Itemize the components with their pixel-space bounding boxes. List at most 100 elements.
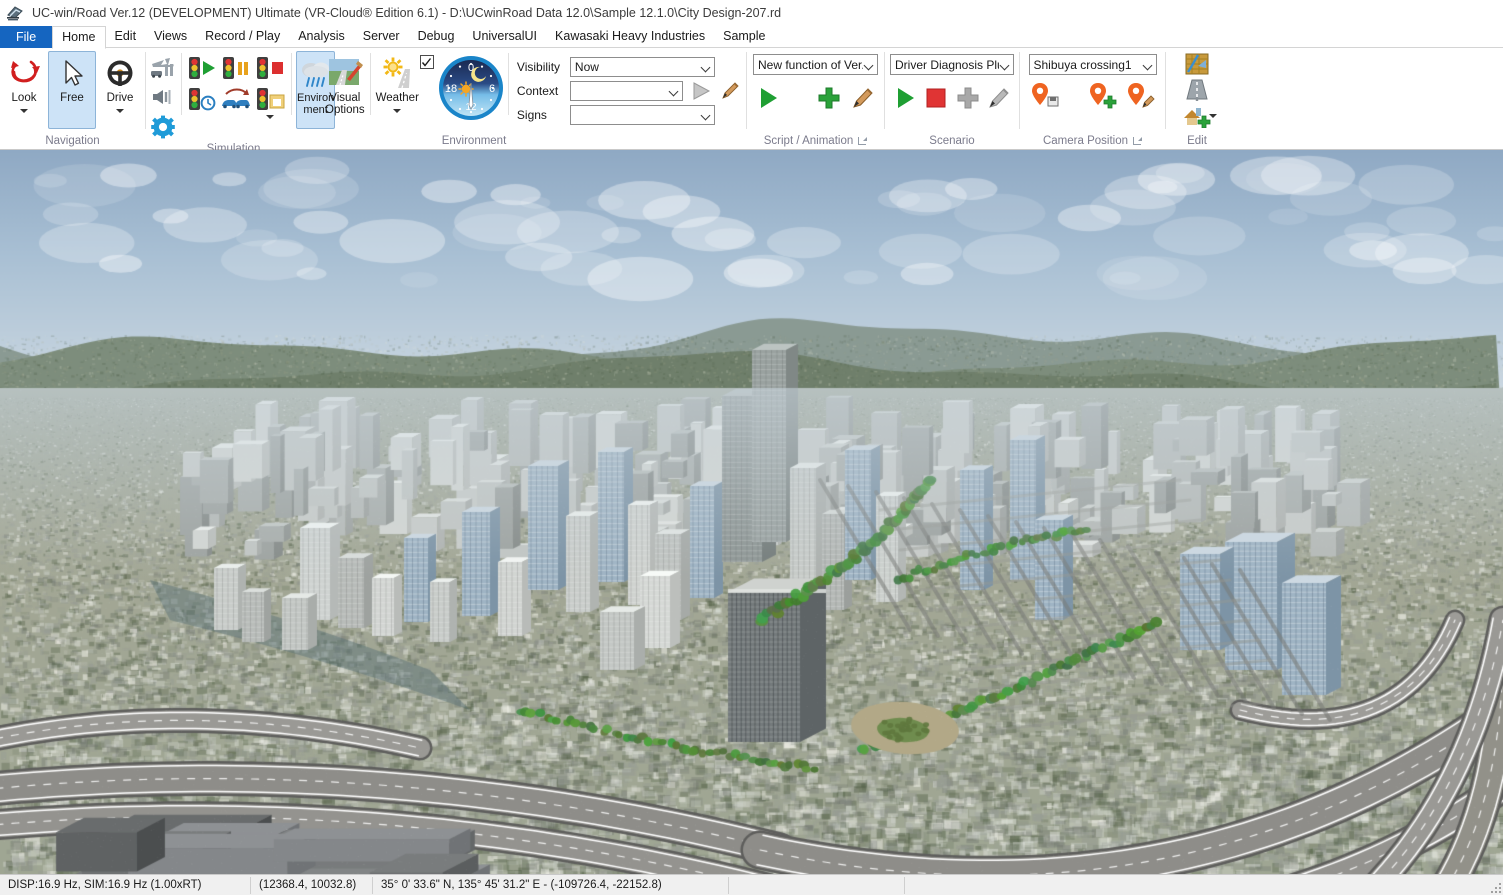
context-combobox[interactable] bbox=[570, 81, 683, 101]
tab-edit[interactable]: Edit bbox=[106, 26, 146, 48]
status-performance: DISP:16.9 Hz, SIM:16.9 Hz (1.00xRT) bbox=[0, 875, 250, 895]
chevron-down-icon[interactable] bbox=[700, 61, 712, 73]
tab-file[interactable]: File bbox=[0, 26, 52, 48]
map-pin-save-icon[interactable] bbox=[1029, 81, 1061, 111]
look-rotate-icon bbox=[7, 56, 41, 90]
traffic-light-save-icon[interactable] bbox=[253, 83, 287, 114]
chevron-down-icon[interactable] bbox=[116, 109, 124, 113]
3d-scene-canvas[interactable] bbox=[0, 150, 1503, 874]
status-cell-4 bbox=[729, 875, 904, 895]
dialog-launcher-icon[interactable] bbox=[858, 137, 867, 146]
drive-button[interactable]: Drive bbox=[96, 51, 144, 129]
ribbon-group-environment-label: Environment bbox=[322, 133, 746, 150]
traffic-light-clock-icon[interactable] bbox=[185, 83, 219, 114]
dialog-launcher-icon[interactable] bbox=[1133, 137, 1142, 146]
tab-server[interactable]: Server bbox=[354, 26, 409, 48]
status-cell-5 bbox=[905, 875, 1503, 895]
time-of-day-dial-icon[interactable]: 0 6 12 18 bbox=[436, 53, 506, 126]
map-pin-add-icon[interactable] bbox=[1087, 81, 1119, 111]
weather-button-label: Weather bbox=[376, 92, 419, 104]
status-coordinates-xy: (12368.4, 10032.8) bbox=[251, 875, 372, 895]
look-button[interactable]: Look bbox=[0, 51, 48, 129]
ribbon-group-navigation: Look Free bbox=[0, 48, 145, 150]
drive-button-label: Drive bbox=[107, 92, 134, 104]
scenario-value: Driver Diagnosis Plugi bbox=[895, 58, 999, 72]
add-plus-grey-icon[interactable] bbox=[953, 83, 983, 113]
chevron-down-icon[interactable] bbox=[20, 109, 28, 113]
visual-options-button[interactable]: Visual Options bbox=[324, 51, 366, 129]
look-button-label: Look bbox=[12, 92, 37, 104]
chevron-down-icon[interactable] bbox=[668, 85, 680, 97]
tab-sample[interactable]: Sample bbox=[714, 26, 774, 48]
plane-car-icon[interactable] bbox=[148, 52, 178, 82]
steering-wheel-icon bbox=[103, 56, 137, 90]
title-bar: UC-win/Road Ver.12 (DEVELOPMENT) Ultimat… bbox=[0, 0, 1503, 26]
ribbon-group-edit-label: Edit bbox=[1166, 133, 1228, 150]
3d-scene-viewport[interactable] bbox=[0, 150, 1503, 874]
traffic-light-pause-icon[interactable] bbox=[219, 52, 253, 83]
tab-kawasaki-heavy-industries[interactable]: Kawasaki Heavy Industries bbox=[546, 26, 714, 48]
visual-options-icon bbox=[327, 56, 363, 90]
ribbon-group-navigation-label: Navigation bbox=[0, 133, 145, 150]
ribbon-group-environment: Visual Options bbox=[322, 48, 746, 150]
resize-grip-icon[interactable] bbox=[1489, 881, 1501, 893]
gear-icon[interactable] bbox=[148, 112, 178, 142]
chevron-down-icon[interactable] bbox=[1209, 114, 1217, 118]
ucwin-road-icon bbox=[6, 4, 24, 22]
free-button-label: Free bbox=[60, 92, 84, 104]
chevron-down-icon[interactable] bbox=[393, 109, 401, 113]
chevron-down-icon[interactable] bbox=[700, 109, 712, 121]
edit-pencil-grey-icon[interactable] bbox=[984, 83, 1014, 113]
chevron-down-icon[interactable] bbox=[999, 59, 1011, 71]
free-button[interactable]: Free bbox=[48, 51, 96, 129]
two-cars-swap-icon[interactable] bbox=[219, 83, 253, 114]
traffic-light-play-icon[interactable] bbox=[185, 52, 219, 83]
road-icon[interactable] bbox=[1182, 77, 1212, 103]
camera-position-combobox[interactable]: Shibuya crossing1 bbox=[1029, 54, 1157, 75]
script-animation-value: New function of Ver.1 bbox=[758, 58, 863, 72]
add-model-icon[interactable] bbox=[1175, 103, 1219, 129]
tab-views[interactable]: Views bbox=[145, 26, 196, 48]
ribbon-group-camera-position: Shibuya crossing1 bbox=[1020, 48, 1165, 150]
ribbon-group-scenario-label: Scenario bbox=[885, 133, 1019, 150]
tab-debug[interactable]: Debug bbox=[409, 26, 464, 48]
sun-road-icon bbox=[378, 56, 416, 90]
context-play-button[interactable] bbox=[688, 80, 714, 102]
visibility-combobox[interactable]: Now bbox=[570, 57, 715, 77]
map-pin-edit-icon[interactable] bbox=[1125, 81, 1157, 111]
chevron-down-icon[interactable] bbox=[1142, 59, 1154, 71]
camera-position-label-text: Camera Position bbox=[1043, 134, 1128, 149]
edit-pencil-icon[interactable] bbox=[848, 83, 878, 113]
visibility-value: Now bbox=[575, 60, 700, 74]
weather-button[interactable]: Weather bbox=[375, 51, 420, 129]
play-green-icon[interactable] bbox=[890, 83, 920, 113]
ribbon-group-simulation: Environ ment Simulation bbox=[146, 48, 321, 150]
traffic-light-stop-icon[interactable] bbox=[253, 52, 287, 83]
visual-options-button-label: Visual Options bbox=[325, 92, 365, 116]
menu-tab-bar: File Home Edit Views Record / Play Analy… bbox=[0, 26, 1503, 48]
ribbon-group-camera-position-label: Camera Position bbox=[1020, 133, 1165, 150]
time-of-day-checkbox[interactable] bbox=[420, 55, 434, 69]
ribbon-group-script-animation: New function of Ver.1 bbox=[747, 48, 884, 150]
context-edit-pencil-icon[interactable] bbox=[719, 80, 741, 102]
signs-combobox[interactable] bbox=[570, 105, 715, 125]
tab-home[interactable]: Home bbox=[52, 26, 105, 49]
terrain-map-icon[interactable] bbox=[1182, 50, 1212, 77]
tab-record-play[interactable]: Record / Play bbox=[196, 26, 289, 48]
stop-red-icon[interactable] bbox=[921, 83, 951, 113]
status-bar: DISP:16.9 Hz, SIM:16.9 Hz (1.00xRT) (123… bbox=[0, 874, 1503, 895]
scenario-combobox[interactable]: Driver Diagnosis Plugi bbox=[890, 54, 1014, 75]
tab-universalui[interactable]: UniversalUI bbox=[463, 26, 546, 48]
dial-tick-18: 18 bbox=[445, 83, 457, 95]
script-animation-label-text: Script / Animation bbox=[764, 134, 853, 149]
add-plus-green-icon[interactable] bbox=[814, 83, 844, 113]
play-green-icon[interactable] bbox=[753, 83, 783, 113]
ribbon-group-script-animation-label: Script / Animation bbox=[747, 133, 884, 150]
ribbon-group-edit: Edit bbox=[1166, 48, 1228, 150]
chevron-down-icon[interactable] bbox=[863, 59, 875, 71]
speaker-icon[interactable] bbox=[148, 82, 178, 112]
chevron-down-icon[interactable] bbox=[266, 115, 274, 119]
script-animation-combobox[interactable]: New function of Ver.1 bbox=[753, 54, 878, 75]
status-geo-coordinates: 35° 0' 33.6" N, 135° 45' 31.2" E - (-109… bbox=[373, 875, 728, 895]
tab-analysis[interactable]: Analysis bbox=[289, 26, 354, 48]
